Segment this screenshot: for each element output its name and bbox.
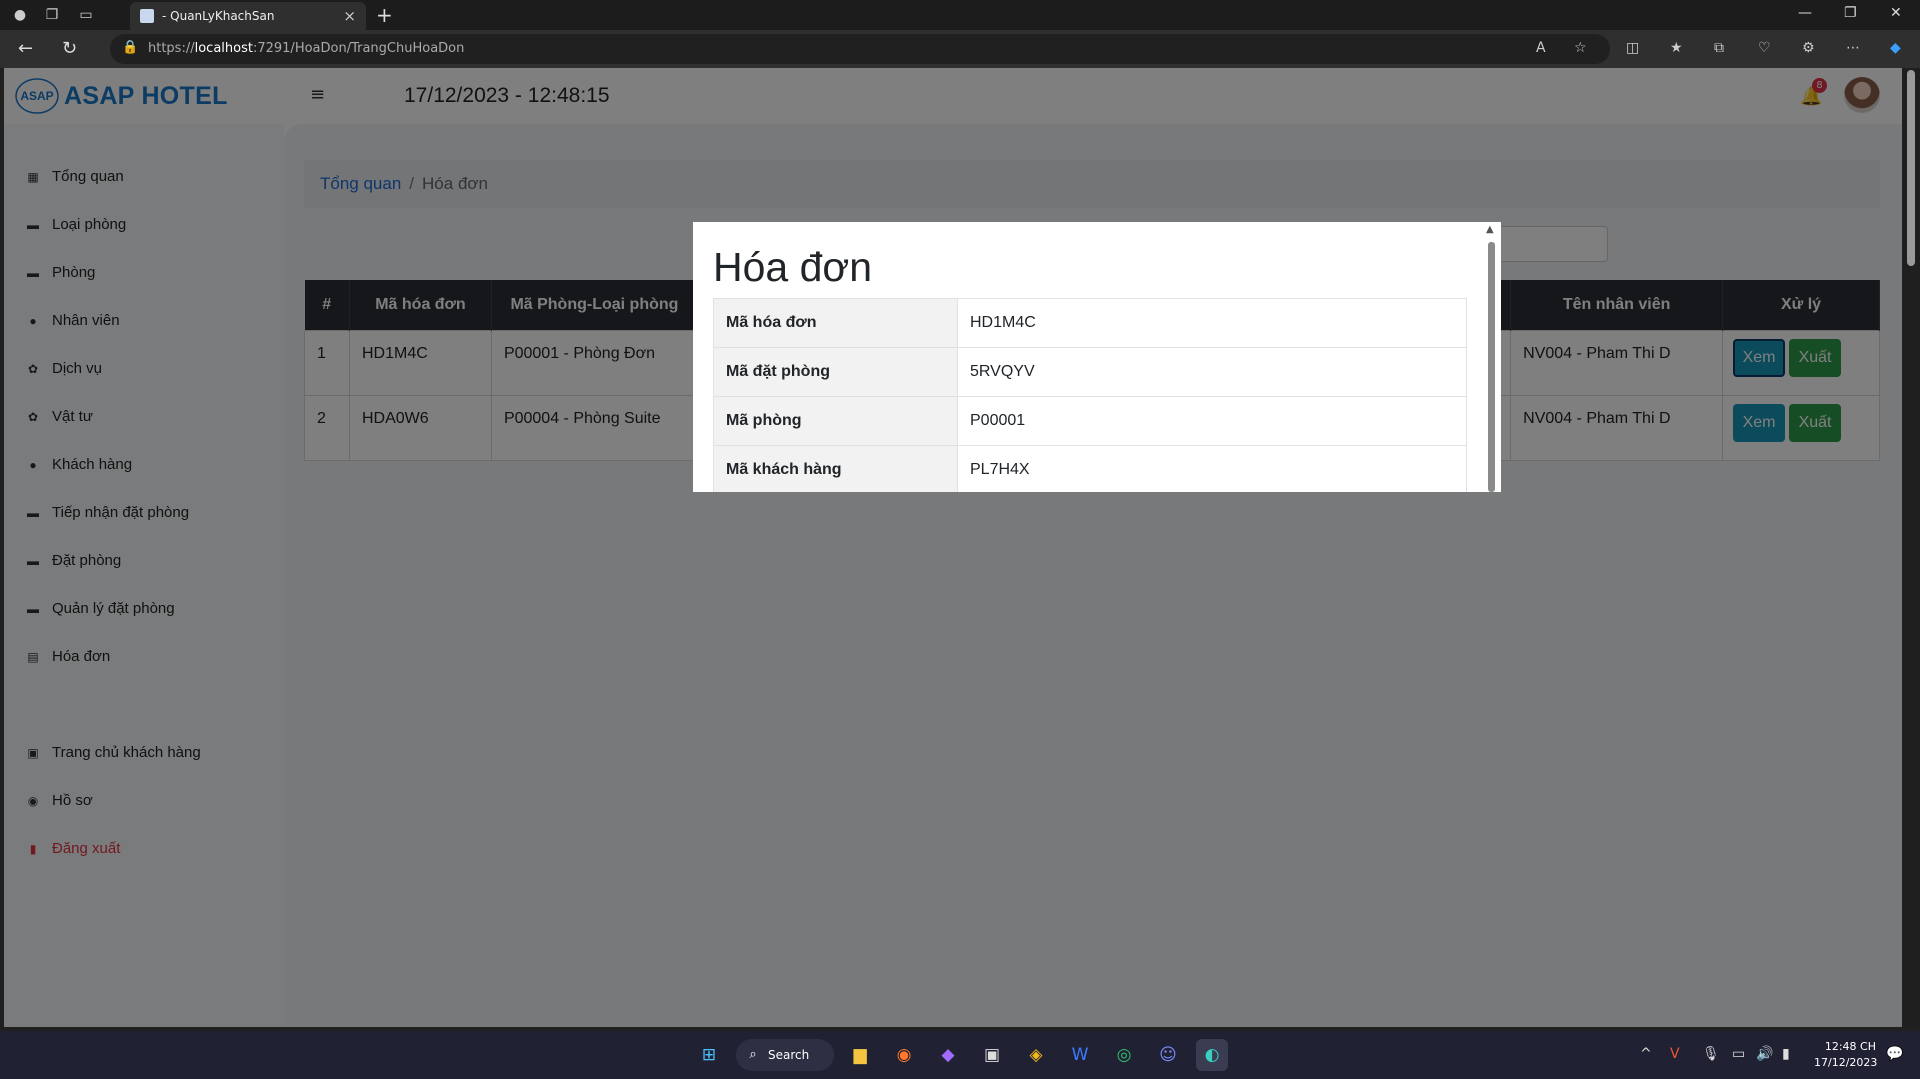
taskbar-clock[interactable]: 12:48 CH 17/12/2023 [1814,1039,1878,1071]
browser-tab-bar: ● ❐ ▭ - QuanLyKhachSan × + — ❐ ✕ [0,0,1920,30]
browser-tab[interactable]: - QuanLyKhachSan × [130,2,366,30]
read-aloud-icon[interactable]: A [1536,40,1546,56]
health-icon[interactable]: ♡ [1758,40,1771,56]
new-tab-icon[interactable]: + [376,3,393,27]
restore-icon[interactable]: ❐ [1844,5,1857,21]
visual-studio-icon[interactable]: ◆ [932,1039,964,1071]
detail-row: Mã hóa đơn HD1M4C [713,298,1467,348]
word-icon[interactable]: W [1064,1039,1096,1071]
back-icon[interactable]: ← [18,38,33,59]
profile-icon[interactable]: ● [10,5,30,25]
web-page: ASAP ASAP HOTEL ≡ 17/12/2023 - 12:48:15 … [4,68,1902,1027]
app-icon[interactable]: ◈ [1020,1039,1052,1071]
detail-value: 5RVQYV [957,347,1467,397]
volume-icon[interactable]: 🔊 [1756,1046,1773,1062]
detail-value: P00001 [957,396,1467,446]
url-host: localhost [194,41,253,56]
page-favicon-icon [140,9,154,23]
workspaces-icon[interactable]: ❐ [42,5,62,25]
page-scrollbar[interactable] [1902,68,1920,1027]
detail-key: Mã phòng [713,396,958,446]
vivaldi-tray-icon[interactable]: V [1670,1046,1680,1062]
terminal-icon[interactable]: ▣ [976,1039,1008,1071]
battery-icon[interactable]: ▮ [1782,1046,1790,1062]
collections-icon[interactable]: ⧉ [1714,40,1724,56]
close-window-icon[interactable]: ✕ [1890,5,1902,21]
invoice-modal: Hóa đơn Mã hóa đơn HD1M4C Mã đặt phòng 5RV… [693,222,1501,492]
modal-scrollbar[interactable] [1488,242,1495,492]
chrome-icon[interactable]: ◎ [1108,1039,1140,1071]
split-screen-icon[interactable]: ◫ [1626,40,1639,56]
invoice-detail-table: Mã hóa đơn HD1M4C Mã đặt phòng 5RVQYV Mã p… [713,298,1467,492]
taskbar-search-label: Search [768,1048,810,1062]
detail-row: Mã phòng P00001 [713,396,1467,446]
detail-key: Mã khách hàng [713,445,958,492]
favorites-icon[interactable]: ★ [1670,40,1683,56]
firefox-icon[interactable]: ◉ [888,1039,920,1071]
url-field[interactable]: https://localhost:7291/HoaDon/TrangChuHo… [110,34,1610,64]
windows-start-icon[interactable]: ⊞ [693,1039,725,1071]
copilot-icon[interactable]: ◆ [1890,40,1901,56]
detail-key: Mã đặt phòng [713,347,958,397]
file-explorer-icon[interactable]: ▆ [844,1039,876,1071]
clock-date: 17/12/2023 [1814,1056,1878,1069]
microphone-icon[interactable]: 🎙 [1702,1046,1720,1062]
lock-icon[interactable]: 🔒 [122,40,138,55]
extensions-icon[interactable]: ⚙ [1802,40,1815,56]
modal-scroll-up-icon[interactable]: ▲ [1486,224,1494,235]
tray-overflow-icon[interactable]: ^ [1640,1046,1652,1062]
detail-row: Mã đặt phòng 5RVQYV [713,347,1467,397]
page-scrollbar-thumb[interactable] [1907,70,1915,266]
close-tab-icon[interactable]: × [343,7,356,25]
detail-value: HD1M4C [957,298,1467,348]
minimize-icon[interactable]: — [1798,5,1812,21]
detail-value: PL7H4X [957,445,1467,492]
clock-time: 12:48 CH [1824,1040,1876,1053]
notifications-icon[interactable]: 💬 [1886,1046,1903,1062]
more-icon[interactable]: ⋯ [1846,40,1860,56]
search-icon: ⌕ [749,1047,757,1062]
network-icon[interactable]: ▭ [1732,1046,1745,1062]
tab-title: - QuanLyKhachSan [162,9,275,23]
refresh-icon[interactable]: ↻ [62,38,77,59]
url-path: :7291/HoaDon/TrangChuHoaDon [252,41,465,56]
detail-row: Mã khách hàng PL7H4X [713,445,1467,492]
favorite-star-icon[interactable]: ☆ [1574,40,1587,56]
windows-taskbar: ⊞ Search ⌕ ▆ ◉ ◆ ▣ ◈ W ◎ ☺ ◐ ^ V 🎙 ▭ 🔊 ▮… [0,1031,1920,1079]
tab-actions-icon[interactable]: ▭ [76,5,96,25]
discord-icon[interactable]: ☺ [1152,1039,1184,1071]
modal-title: Hóa đơn [713,244,873,290]
url-prefix: https:// [148,41,195,56]
detail-key: Mã hóa đơn [713,298,958,348]
edge-icon[interactable]: ◐ [1196,1039,1228,1071]
modal-backdrop[interactable] [4,68,1902,1027]
